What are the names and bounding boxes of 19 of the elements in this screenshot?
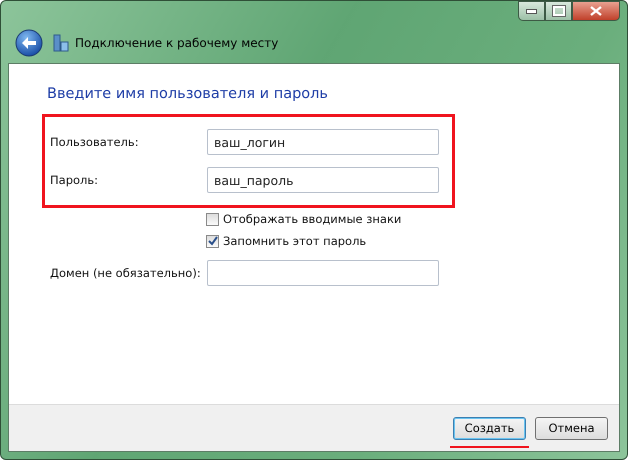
field-label: Домен (не обязательно): xyxy=(50,266,202,280)
input-field[interactable]: ваш_пароль xyxy=(207,167,439,193)
close-icon xyxy=(590,6,602,16)
checkbox[interactable] xyxy=(206,234,219,248)
field-label: Пароль: xyxy=(50,173,100,187)
input-field[interactable]: ваш_логин xyxy=(207,129,439,155)
page-heading: Введите имя пользователя и пароль xyxy=(47,86,329,102)
dialog-button[interactable]: Отмена xyxy=(535,416,608,440)
maximize-button[interactable] xyxy=(545,1,572,21)
close-button[interactable] xyxy=(572,1,620,21)
building-icon xyxy=(53,34,69,52)
checkbox[interactable] xyxy=(206,212,219,226)
window-title: Подключение к рабочему месту xyxy=(75,36,278,50)
dialog-button[interactable]: Создать xyxy=(453,416,526,440)
checkbox-label[interactable]: Запомнить этот пароль xyxy=(223,234,366,248)
input-field[interactable] xyxy=(207,260,439,286)
field-label: Пользователь: xyxy=(50,135,140,149)
minimize-button[interactable] xyxy=(518,1,545,21)
checkbox-label[interactable]: Отображать вводимые знаки xyxy=(223,212,402,226)
